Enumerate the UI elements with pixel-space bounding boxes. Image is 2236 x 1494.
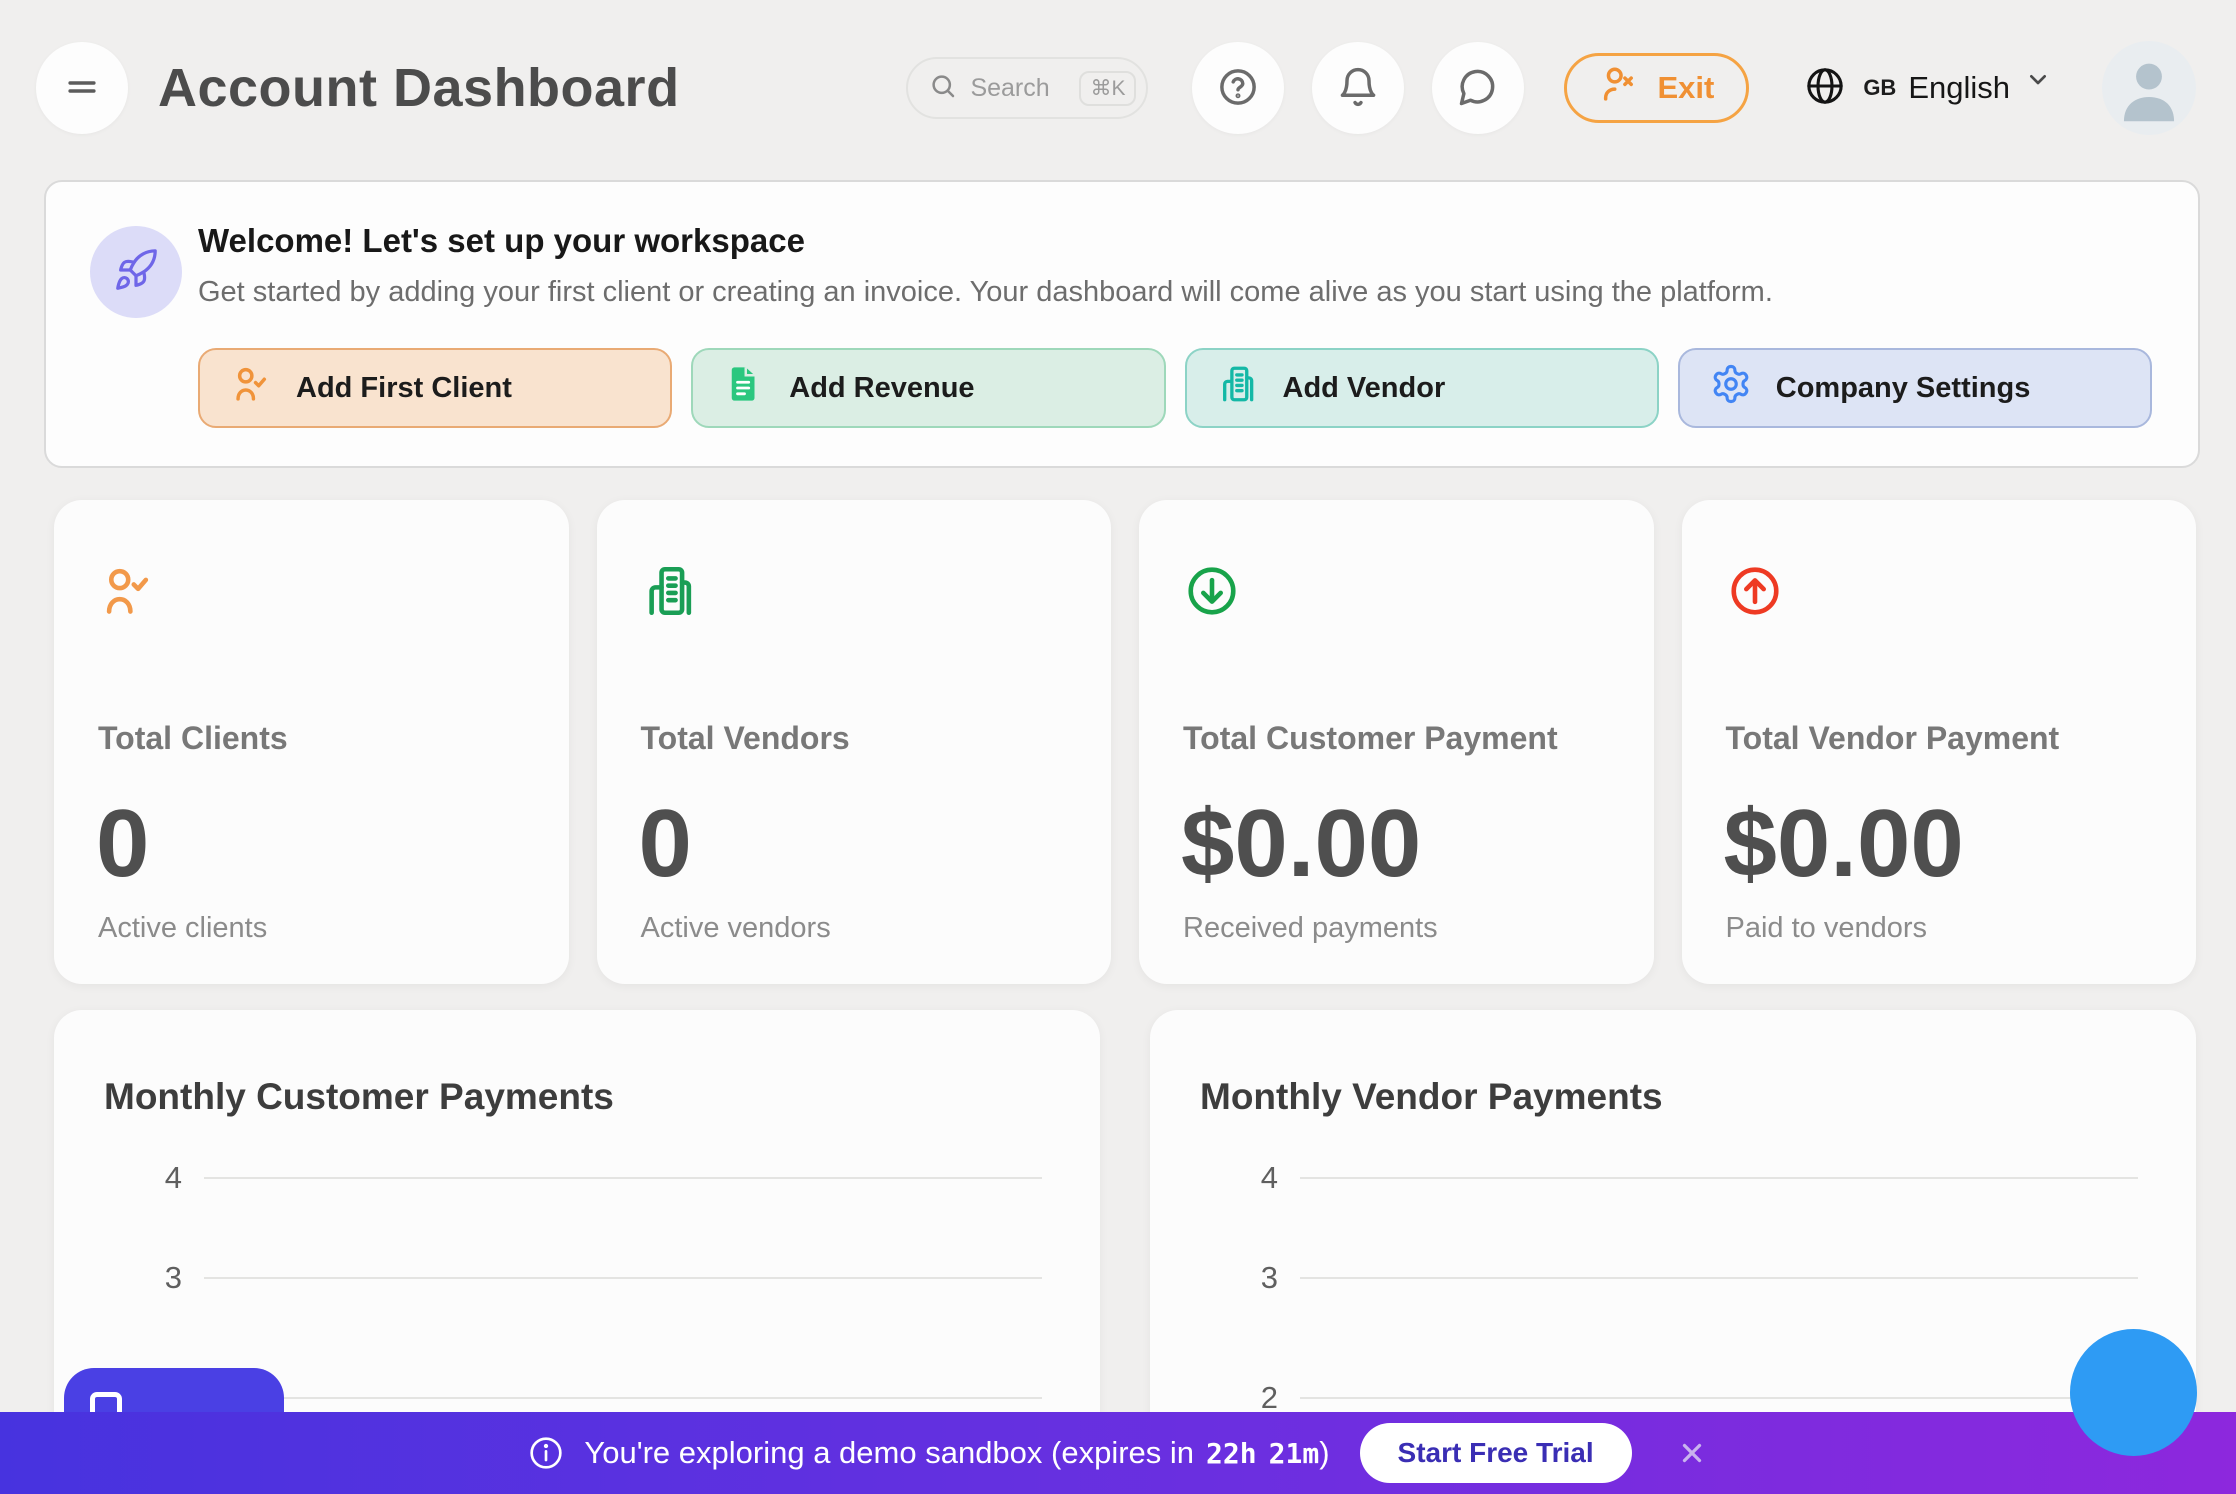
chart-title: Monthly Customer Payments (104, 1076, 614, 1118)
globe-icon (1803, 64, 1847, 113)
search-input[interactable]: Search ⌘K (906, 57, 1148, 119)
stat-cards: Total Clients 0 Active clients Total Ven… (54, 500, 2196, 984)
language-selector[interactable]: GB English (1803, 64, 2054, 113)
stat-title: Total Customer Payment (1183, 720, 1558, 757)
user-avatar[interactable] (2102, 41, 2196, 135)
welcome-title: Welcome! Let's set up your workspace (198, 222, 805, 260)
menu-button[interactable] (36, 42, 128, 134)
stat-title: Total Vendor Payment (1726, 720, 2060, 757)
add-vendor-button[interactable]: Add Vendor (1185, 348, 1659, 428)
language-code: GB (1863, 75, 1896, 101)
stat-sublabel: Paid to vendors (1726, 912, 1928, 945)
banner-prefix: You're exploring a demo sandbox (expires… (584, 1435, 1194, 1471)
action-label: Add Revenue (789, 372, 974, 405)
chat-bubble-icon (1456, 65, 1500, 112)
banner-message: You're exploring a demo sandbox (expires… (566, 1435, 1329, 1471)
y-axis-tick: 4 (54, 1160, 182, 1196)
account-dashboard-page: Account Dashboard Search ⌘K (0, 0, 2236, 1494)
company-settings-button[interactable]: Company Settings (1678, 348, 2152, 428)
action-label: Add First Client (296, 372, 512, 405)
exit-button[interactable]: Exit (1564, 53, 1749, 123)
stat-sublabel: Active clients (98, 912, 267, 945)
gear-icon (1710, 363, 1752, 413)
gridline (1300, 1277, 2138, 1279)
notifications-button[interactable] (1312, 42, 1404, 134)
arrow-up-circle-icon (1726, 562, 1784, 625)
chat-fab-button[interactable] (2070, 1329, 2197, 1456)
stat-sublabel: Active vendors (641, 912, 831, 945)
chart-title: Monthly Vendor Payments (1200, 1076, 1663, 1118)
welcome-subtitle: Get started by adding your first client … (198, 276, 1773, 309)
search-icon (928, 71, 958, 106)
arrow-down-circle-icon (1183, 562, 1241, 625)
action-label: Company Settings (1776, 372, 2031, 405)
gridline (204, 1177, 1042, 1179)
person-icon (2102, 41, 2196, 135)
add-revenue-button[interactable]: Add Revenue (691, 348, 1165, 428)
action-label: Add Vendor (1283, 372, 1446, 405)
y-axis-tick: 3 (1150, 1260, 1278, 1296)
page-title: Account Dashboard (158, 57, 680, 119)
info-icon (526, 1433, 566, 1473)
help-button[interactable] (1192, 42, 1284, 134)
gridline (1300, 1397, 2138, 1399)
demo-sandbox-banner: You're exploring a demo sandbox (expires… (0, 1412, 2236, 1494)
header: Account Dashboard Search ⌘K (36, 38, 2196, 138)
stat-value: 0 (639, 796, 692, 892)
quick-actions: Add First Client Add Revenue (198, 348, 2152, 428)
start-free-trial-button[interactable]: Start Free Trial (1360, 1423, 1632, 1483)
chevron-down-icon (2022, 63, 2054, 100)
search-shortcut-badge: ⌘K (1079, 71, 1136, 106)
help-icon (1216, 65, 1260, 112)
user-check-icon (230, 363, 272, 413)
y-axis-tick: 2 (1150, 1380, 1278, 1416)
stat-value: 0 (96, 796, 149, 892)
user-check-icon (98, 562, 156, 625)
header-icon-buttons (1192, 42, 1524, 134)
y-axis-tick: 3 (54, 1260, 182, 1296)
y-axis-tick: 4 (1150, 1160, 1278, 1196)
building-icon (1217, 363, 1259, 413)
add-first-client-button[interactable]: Add First Client (198, 348, 672, 428)
total-customer-payment-card: Total Customer Payment $0.00 Received pa… (1139, 500, 1654, 984)
rocket-icon-badge (90, 226, 182, 318)
bell-icon (1336, 65, 1380, 112)
building-icon (641, 562, 699, 625)
document-icon (723, 363, 765, 413)
rocket-icon (113, 247, 159, 298)
total-vendor-payment-card: Total Vendor Payment $0.00 Paid to vendo… (1682, 500, 2197, 984)
minutes-remaining: 21m (1269, 1437, 1320, 1470)
gridline (204, 1397, 1042, 1399)
hamburger-icon (63, 68, 101, 109)
search-placeholder: Search (970, 74, 1067, 103)
welcome-banner: Welcome! Let's set up your workspace Get… (44, 180, 2200, 468)
chat-button[interactable] (1432, 42, 1524, 134)
stat-title: Total Clients (98, 720, 288, 757)
hours-remaining: 22h (1206, 1437, 1257, 1470)
close-banner-button[interactable] (1674, 1435, 1710, 1471)
exit-label: Exit (1657, 70, 1714, 106)
total-clients-card: Total Clients 0 Active clients (54, 500, 569, 984)
gridline (1300, 1177, 2138, 1179)
user-x-icon (1599, 63, 1641, 113)
stat-sublabel: Received payments (1183, 912, 1438, 945)
close-icon (1674, 1459, 1710, 1474)
banner-suffix: ) (1319, 1435, 1329, 1471)
stat-value: $0.00 (1724, 796, 1964, 892)
total-vendors-card: Total Vendors 0 Active vendors (597, 500, 1112, 984)
stat-value: $0.00 (1181, 796, 1421, 892)
language-label: English (1908, 70, 2010, 106)
gridline (204, 1277, 1042, 1279)
stat-title: Total Vendors (641, 720, 850, 757)
